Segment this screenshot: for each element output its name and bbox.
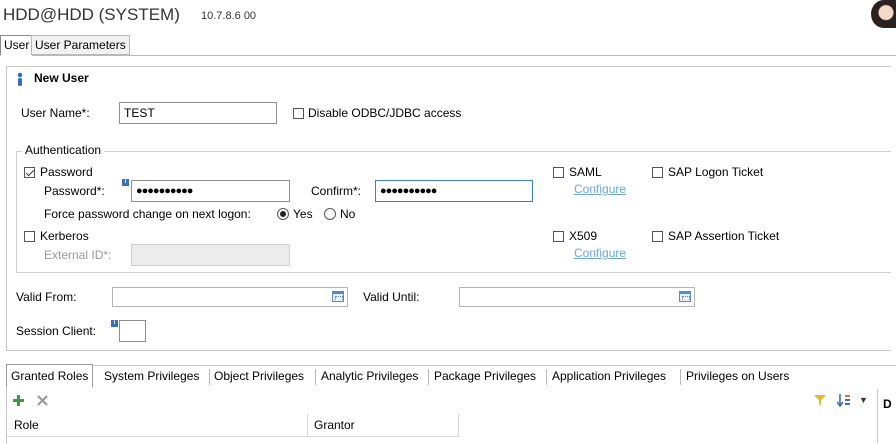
confirm-label: Confirm*: xyxy=(311,184,362,198)
disable-odbc-checkbox[interactable] xyxy=(293,108,304,119)
tab-separator xyxy=(680,369,681,385)
authentication-title: Authentication xyxy=(22,143,105,157)
tab-separator xyxy=(428,369,429,385)
user-name-input[interactable]: TEST xyxy=(119,102,277,124)
user-icon xyxy=(15,72,25,86)
version-label: 10.7.8.6 00 xyxy=(201,10,257,22)
section-title: New User xyxy=(34,71,89,85)
tab-separator xyxy=(209,369,210,385)
password-auth-label: Password xyxy=(40,165,93,179)
panel-divider xyxy=(877,389,878,443)
tab-privileges-on-users[interactable]: Privileges on Users xyxy=(686,365,789,387)
tab-analytic-privileges[interactable]: Analytic Privileges xyxy=(321,365,418,387)
force-change-no-label: No xyxy=(340,207,356,221)
page-title: HDD@HDD (SYSTEM) xyxy=(3,5,180,24)
editor-tab-bar: User User Parameters xyxy=(0,34,896,56)
saml-checkbox[interactable] xyxy=(553,167,564,178)
password-label: Password*: xyxy=(44,184,105,198)
filter-icon[interactable] xyxy=(814,395,826,406)
avatar[interactable] xyxy=(871,0,896,28)
force-change-no-radio[interactable] xyxy=(324,208,336,220)
add-icon[interactable] xyxy=(13,395,24,406)
x509-label: X509 xyxy=(569,229,598,243)
column-header-role[interactable]: Role xyxy=(14,418,39,432)
force-change-yes-radio[interactable] xyxy=(277,208,289,220)
column-divider xyxy=(307,414,308,436)
valid-from-calendar-icon[interactable] xyxy=(332,291,344,302)
sap-logon-ticket-label: SAP Logon Ticket xyxy=(668,165,764,179)
tab-user-parameters[interactable]: User Parameters xyxy=(31,35,130,55)
password-input[interactable]: ●●●●●●●●●● xyxy=(131,180,290,202)
force-change-yes-label: Yes xyxy=(293,207,313,221)
x509-checkbox[interactable] xyxy=(553,231,564,242)
column-header-grantor[interactable]: Grantor xyxy=(314,418,355,432)
roles-table-header: Role Grantor xyxy=(7,414,459,437)
valid-from-label: Valid From: xyxy=(16,290,77,304)
user-name-label: User Name*: xyxy=(21,106,90,120)
side-panel-header: D xyxy=(883,397,892,411)
saml-configure-link[interactable]: Configure xyxy=(574,182,626,196)
session-client-info-icon: i xyxy=(111,320,118,327)
valid-until-input[interactable] xyxy=(459,287,695,307)
force-change-label: Force password change on next logon: xyxy=(44,207,251,221)
session-client-label: Session Client: xyxy=(16,324,97,338)
valid-until-calendar-icon[interactable] xyxy=(679,291,691,302)
kerberos-checkbox[interactable] xyxy=(24,231,35,242)
password-checkbox[interactable] xyxy=(24,167,35,178)
sort-icon[interactable] xyxy=(836,394,851,408)
external-id-input[interactable] xyxy=(131,244,290,266)
disable-odbc-label: Disable ODBC/JDBC access xyxy=(308,106,462,120)
x509-configure-link[interactable]: Configure xyxy=(574,246,626,260)
tab-application-privileges[interactable]: Application Privileges xyxy=(552,365,666,387)
tab-granted-roles[interactable]: Granted Roles xyxy=(6,364,94,388)
sort-dropdown-chevron-down-icon[interactable]: ▼ xyxy=(859,395,868,405)
saml-label: SAML xyxy=(569,165,602,179)
sap-logon-ticket-checkbox[interactable] xyxy=(652,167,663,178)
valid-until-label: Valid Until: xyxy=(363,290,420,304)
tab-user[interactable]: User xyxy=(0,35,34,56)
confirm-input[interactable]: ●●●●●●●●●● xyxy=(375,180,533,202)
password-info-icon: i xyxy=(122,179,129,186)
tab-separator xyxy=(315,369,316,385)
external-id-label: External ID*: xyxy=(44,248,112,262)
tab-object-privileges[interactable]: Object Privileges xyxy=(214,365,304,387)
session-client-input[interactable] xyxy=(119,320,146,342)
sap-assertion-ticket-label: SAP Assertion Ticket xyxy=(668,229,780,243)
tab-package-privileges[interactable]: Package Privileges xyxy=(434,365,536,387)
remove-icon[interactable] xyxy=(37,395,48,406)
kerberos-label: Kerberos xyxy=(40,229,89,243)
sap-assertion-ticket-checkbox[interactable] xyxy=(652,231,663,242)
tab-system-privileges[interactable]: System Privileges xyxy=(104,365,199,387)
tab-separator xyxy=(546,369,547,385)
valid-from-input[interactable] xyxy=(112,287,348,307)
column-divider xyxy=(458,414,459,436)
